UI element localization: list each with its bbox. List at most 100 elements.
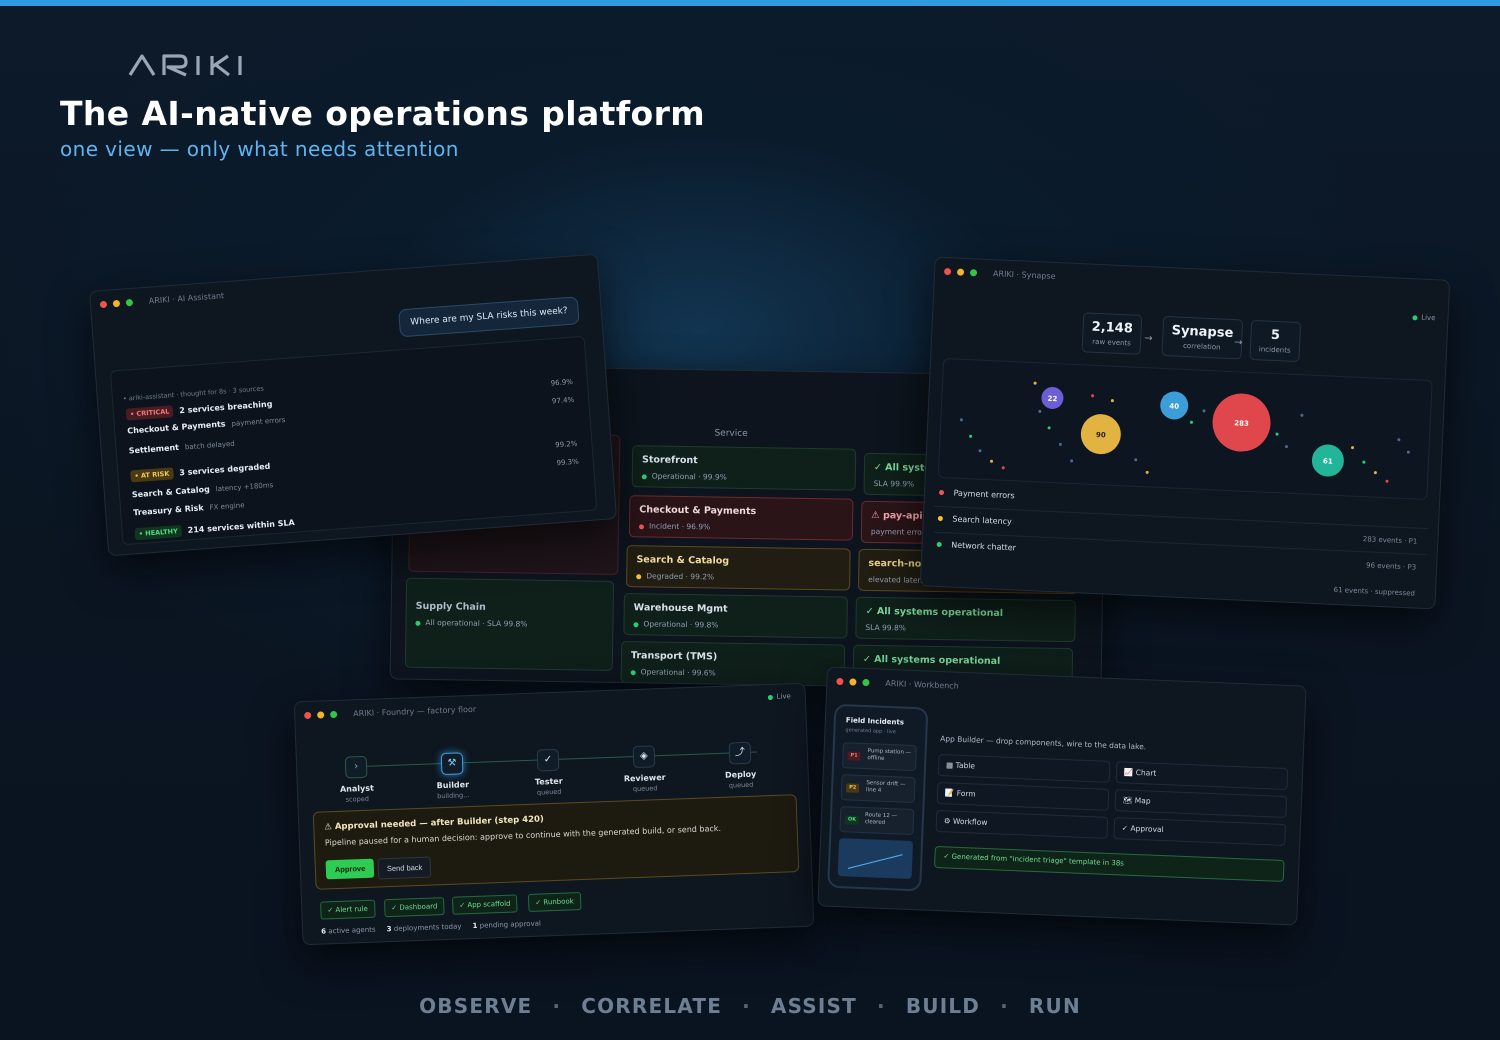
step-name: Reviewer: [623, 772, 666, 784]
stat-value: 3: [386, 925, 392, 934]
artifact-chip-runbook[interactable]: ✓ Runbook: [527, 892, 582, 912]
step-status: queued: [536, 787, 562, 797]
sla-percent: 99.3%: [556, 457, 580, 468]
component-table[interactable]: ▦ Table: [937, 754, 1111, 783]
service-cell-search[interactable]: Search & Catalog Degraded · 99.2%: [626, 545, 851, 591]
approve-button[interactable]: Approve: [325, 858, 375, 880]
footer-separator: ·: [742, 994, 751, 1018]
live-indicator: Live: [1412, 313, 1436, 323]
kpi-value: Synapse: [1171, 323, 1234, 342]
pipeline-step-builder[interactable]: ⚒ Builder building...: [417, 751, 489, 801]
minimize-dot-icon[interactable]: [317, 710, 325, 719]
synapse-window: ARIKI · Synapse Live 2,148 raw events → …: [919, 256, 1451, 610]
cluster-bubble-label: 90: [1096, 431, 1106, 439]
stat-label: active agents: [328, 925, 376, 936]
artifact-chip-app-scaffold[interactable]: ✓ App scaffold: [451, 894, 518, 915]
kpi-raw-events: 2,148 raw events: [1081, 312, 1143, 355]
footer-item-run: RUN: [1028, 994, 1081, 1018]
service-detail: FX engine: [209, 501, 245, 512]
service-cell-right-4[interactable]: ✓ All systems operational SLA 99.8%: [855, 596, 1076, 643]
kpi-correlation: Synapse correlation: [1161, 315, 1243, 360]
window-titlebar: ARIKI · Foundry — factory floor: [295, 684, 806, 729]
service-status: Incident · 96.9%: [639, 521, 843, 533]
close-dot-icon[interactable]: [99, 300, 108, 308]
list-item[interactable]: P2 Sensor drift — line 4: [840, 774, 916, 804]
window-title: ARIKI · Workbench: [885, 678, 959, 691]
close-dot-icon[interactable]: [304, 711, 312, 719]
footer-item-build: BUILD: [905, 994, 981, 1018]
list-item[interactable]: Treasury & Risk FX engine: [133, 500, 245, 517]
cluster-bubble-label: 22: [1047, 395, 1057, 403]
stat-value: 1: [472, 921, 478, 931]
list-item[interactable]: P1 Pump station — offline: [841, 742, 917, 772]
service-status: Degraded · 99.2%: [636, 571, 840, 583]
service-name: Warehouse Mgmt: [633, 602, 728, 615]
artifact-chip-alert-rule[interactable]: ✓ Alert rule: [320, 899, 376, 920]
close-dot-icon[interactable]: [836, 677, 844, 685]
approval-panel: ⚠ Approval needed — after Builder (step …: [312, 794, 800, 890]
service-column-header: Service: [714, 428, 748, 439]
reviewer-icon: ◈: [632, 745, 656, 769]
artifact-chip-dashboard[interactable]: ✓ Dashboard: [384, 897, 445, 918]
stat-label: deployments today: [393, 922, 462, 933]
minimize-dot-icon[interactable]: [849, 677, 857, 686]
service-cell-supply-chain[interactable]: Supply Chain All operational · SLA 99.8%: [404, 577, 615, 671]
event-cluster-panel: 22 90 40 283 61: [937, 357, 1433, 501]
maximize-dot-icon[interactable]: [862, 678, 870, 686]
incident-text: Sensor drift — line 4: [865, 780, 906, 795]
live-indicator: Live: [767, 692, 791, 701]
component-workflow[interactable]: ⚙ Workflow: [935, 809, 1109, 839]
service-name: Checkout & Payments: [639, 504, 757, 518]
footer-separator: ·: [877, 994, 886, 1018]
service-name: Checkout & Payments: [126, 419, 226, 436]
service-detail: batch delayed: [184, 439, 235, 452]
kpi-value: 5: [1270, 327, 1281, 344]
service-name: Storefront: [641, 454, 698, 467]
top-accent-bar: [0, 0, 1500, 6]
component-chart[interactable]: 📈 Chart: [1115, 761, 1289, 791]
component-form[interactable]: 📝 Form: [936, 781, 1110, 811]
incident-name: Network chatter: [951, 540, 1017, 553]
step-name: Analyst: [339, 783, 375, 794]
list-item[interactable]: Settlement batch delayed: [128, 439, 235, 456]
pipeline-step-analyst[interactable]: › Analyst scoped: [321, 755, 393, 805]
pipeline-step-reviewer[interactable]: ◈ Reviewer queued: [609, 744, 681, 794]
minimize-dot-icon[interactable]: [956, 267, 965, 276]
minimize-dot-icon[interactable]: [112, 299, 121, 307]
maximize-dot-icon[interactable]: [125, 298, 134, 306]
analyst-icon: ›: [344, 755, 368, 779]
service-name: Treasury & Risk: [132, 503, 204, 518]
flow-arrow-icon: →: [1233, 337, 1243, 349]
service-cell-transport[interactable]: Transport (TMS) Operational · 99.6%: [620, 641, 846, 687]
service-status: All operational · SLA 99.8%: [415, 618, 603, 630]
incident-row-network[interactable]: Network chatter 61 events · suppressed: [936, 540, 1426, 598]
service-cell-checkout[interactable]: Checkout & Payments Incident · 96.9%: [628, 495, 854, 541]
incident-name: Search latency: [952, 514, 1012, 527]
footer-tagline: OBSERVE · CORRELATE · ASSIST · BUILD · RUN: [0, 994, 1500, 1018]
list-item[interactable]: OK Route 12 — cleared: [839, 806, 915, 836]
stat-label: pending approval: [479, 919, 542, 930]
phone-preview: Field Incidents generated app · live P1 …: [827, 703, 929, 892]
service-status: Operational · 99.6%: [631, 667, 835, 679]
pipeline-step-deploy[interactable]: ⤴ Deploy queued: [705, 741, 777, 791]
service-name: Transport (TMS): [630, 650, 718, 663]
list-item[interactable]: Search & Catalog latency +180ms: [132, 480, 274, 499]
maximize-dot-icon[interactable]: [969, 268, 978, 276]
incident-text: Pump station — offline: [867, 748, 912, 763]
incident-row-search[interactable]: Search latency 96 events · P3: [938, 514, 1428, 572]
footer-item-assist: ASSIST: [770, 994, 857, 1018]
send-back-button[interactable]: Send back: [377, 856, 432, 880]
user-question-bubble: Where are my SLA risks this week?: [398, 296, 580, 338]
priority-tag: OK: [844, 815, 860, 825]
window-title: ARIKI · AI Assistant: [148, 290, 225, 306]
component-map[interactable]: 🗺 Map: [1114, 789, 1288, 819]
close-dot-icon[interactable]: [943, 267, 952, 275]
service-status: SLA 99.8%: [865, 622, 906, 633]
service-cell-warehouse[interactable]: Warehouse Mgmt Operational · 99.8%: [623, 593, 848, 639]
service-cell-storefront[interactable]: Storefront Operational · 99.9%: [631, 445, 857, 491]
maximize-dot-icon[interactable]: [330, 710, 338, 718]
critical-summary-text: 2 services breaching: [179, 399, 273, 416]
sla-percent: 97.4%: [551, 395, 575, 406]
pipeline-step-tester[interactable]: ✓ Tester queued: [513, 748, 585, 798]
component-approval[interactable]: ✓ Approval: [1113, 817, 1287, 846]
